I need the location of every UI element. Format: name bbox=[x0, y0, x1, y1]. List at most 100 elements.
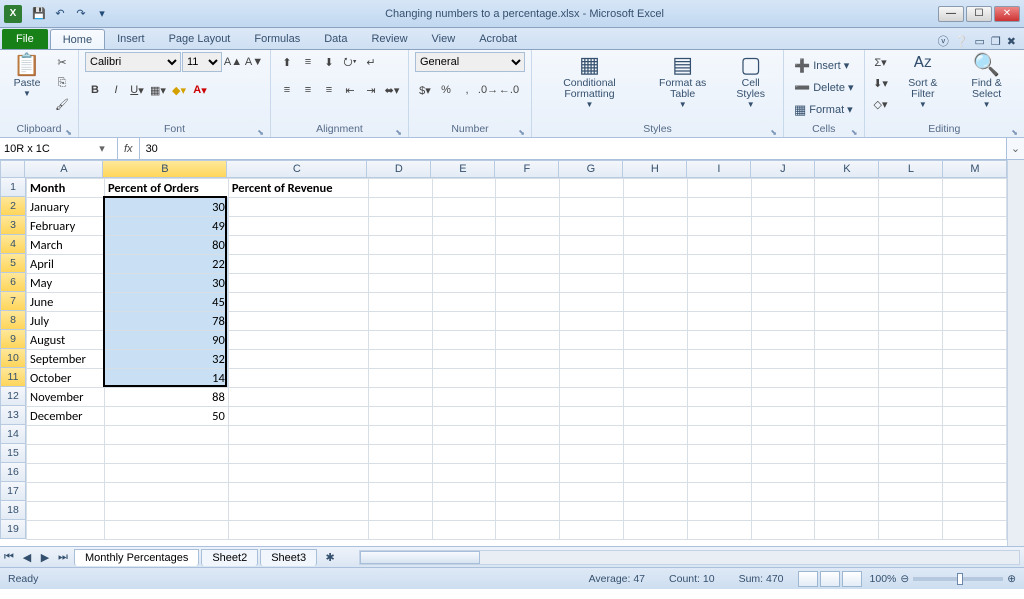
cell-L2[interactable] bbox=[879, 198, 943, 217]
cell-E13[interactable] bbox=[432, 407, 496, 426]
cell-C1[interactable]: Percent of Revenue bbox=[228, 179, 368, 198]
tab-formulas[interactable]: Formulas bbox=[242, 29, 312, 49]
cell-E1[interactable] bbox=[432, 179, 496, 198]
cell-G1[interactable] bbox=[560, 179, 624, 198]
cell-D17[interactable] bbox=[368, 483, 432, 502]
cell-H7[interactable] bbox=[623, 293, 687, 312]
cell-E6[interactable] bbox=[432, 274, 496, 293]
format-as-table-button[interactable]: ▤Format as Table▼ bbox=[645, 52, 720, 111]
cell-C9[interactable] bbox=[228, 331, 368, 350]
zoom-in-button[interactable]: ⊕ bbox=[1007, 573, 1016, 585]
align-right-button[interactable]: ≡ bbox=[319, 80, 339, 100]
cell-H4[interactable] bbox=[623, 236, 687, 255]
cell-G12[interactable] bbox=[560, 388, 624, 407]
cut-button[interactable]: ✂ bbox=[52, 52, 72, 72]
cell-M18[interactable] bbox=[943, 502, 1007, 521]
formula-input[interactable] bbox=[140, 138, 1006, 159]
cell-L14[interactable] bbox=[879, 426, 943, 445]
row-header-5[interactable]: 5 bbox=[0, 254, 26, 273]
cell-D2[interactable] bbox=[368, 198, 432, 217]
row-header-19[interactable]: 19 bbox=[0, 520, 26, 539]
tab-nav-next[interactable]: ▶ bbox=[36, 551, 54, 564]
cell-H8[interactable] bbox=[623, 312, 687, 331]
cell-C14[interactable] bbox=[228, 426, 368, 445]
cell-D15[interactable] bbox=[368, 445, 432, 464]
row-header-12[interactable]: 12 bbox=[0, 387, 26, 406]
cell-L3[interactable] bbox=[879, 217, 943, 236]
cell-B4[interactable]: 80 bbox=[104, 236, 228, 255]
cell-A9[interactable]: August bbox=[27, 331, 105, 350]
doc-close-icon[interactable]: ✖ bbox=[1007, 35, 1016, 48]
cell-L10[interactable] bbox=[879, 350, 943, 369]
cell-D5[interactable] bbox=[368, 255, 432, 274]
horizontal-scrollbar[interactable] bbox=[359, 550, 1020, 565]
cell-L18[interactable] bbox=[879, 502, 943, 521]
cell-K8[interactable] bbox=[815, 312, 879, 331]
cell-A1[interactable]: Month bbox=[27, 179, 105, 198]
row-header-7[interactable]: 7 bbox=[0, 292, 26, 311]
tab-nav-last[interactable]: ⏭ bbox=[54, 551, 72, 564]
cell-H12[interactable] bbox=[623, 388, 687, 407]
view-pagebreak-button[interactable] bbox=[842, 571, 862, 587]
cell-H14[interactable] bbox=[623, 426, 687, 445]
cell-M4[interactable] bbox=[943, 236, 1007, 255]
cell-A14[interactable] bbox=[27, 426, 105, 445]
cell-B8[interactable]: 78 bbox=[104, 312, 228, 331]
cell-A16[interactable] bbox=[27, 464, 105, 483]
cell-K7[interactable] bbox=[815, 293, 879, 312]
cell-I11[interactable] bbox=[687, 369, 751, 388]
cell-I4[interactable] bbox=[687, 236, 751, 255]
cell-B2[interactable]: 30 bbox=[104, 198, 228, 217]
cell-J2[interactable] bbox=[751, 198, 815, 217]
name-box-input[interactable] bbox=[4, 143, 94, 155]
help-icon[interactable]: ❔ bbox=[955, 35, 969, 48]
cell-F5[interactable] bbox=[496, 255, 560, 274]
cell-F8[interactable] bbox=[496, 312, 560, 331]
cell-I19[interactable] bbox=[687, 521, 751, 540]
column-header-K[interactable]: K bbox=[815, 160, 879, 178]
cell-K15[interactable] bbox=[815, 445, 879, 464]
cell-M19[interactable] bbox=[943, 521, 1007, 540]
cell-D14[interactable] bbox=[368, 426, 432, 445]
border-button[interactable]: ▦▾ bbox=[148, 80, 168, 100]
cell-B17[interactable] bbox=[104, 483, 228, 502]
cell-D6[interactable] bbox=[368, 274, 432, 293]
cell-H2[interactable] bbox=[623, 198, 687, 217]
cell-B12[interactable]: 88 bbox=[104, 388, 228, 407]
cell-B13[interactable]: 50 bbox=[104, 407, 228, 426]
cell-J5[interactable] bbox=[751, 255, 815, 274]
cell-L7[interactable] bbox=[879, 293, 943, 312]
align-middle-button[interactable]: ≡ bbox=[298, 52, 318, 72]
cell-F2[interactable] bbox=[496, 198, 560, 217]
cell-L6[interactable] bbox=[879, 274, 943, 293]
row-header-11[interactable]: 11 bbox=[0, 368, 26, 387]
row-header-1[interactable]: 1 bbox=[0, 178, 26, 197]
fill-color-button[interactable]: ◆▾ bbox=[169, 80, 189, 100]
increase-indent-button[interactable]: ⇥ bbox=[361, 80, 381, 100]
cell-H13[interactable] bbox=[623, 407, 687, 426]
cell-D4[interactable] bbox=[368, 236, 432, 255]
tab-insert[interactable]: Insert bbox=[105, 29, 157, 49]
cell-D7[interactable] bbox=[368, 293, 432, 312]
cell-H15[interactable] bbox=[623, 445, 687, 464]
currency-button[interactable]: $▾ bbox=[415, 80, 435, 100]
cell-H1[interactable] bbox=[623, 179, 687, 198]
cell-G18[interactable] bbox=[560, 502, 624, 521]
cell-M1[interactable] bbox=[943, 179, 1007, 198]
cell-I6[interactable] bbox=[687, 274, 751, 293]
zoom-slider-thumb[interactable] bbox=[957, 573, 963, 585]
row-header-14[interactable]: 14 bbox=[0, 425, 26, 444]
cell-B14[interactable] bbox=[104, 426, 228, 445]
cell-C17[interactable] bbox=[228, 483, 368, 502]
view-layout-button[interactable] bbox=[820, 571, 840, 587]
cell-C4[interactable] bbox=[228, 236, 368, 255]
tab-file[interactable]: File bbox=[2, 29, 48, 49]
cell-H9[interactable] bbox=[623, 331, 687, 350]
row-header-15[interactable]: 15 bbox=[0, 444, 26, 463]
italic-button[interactable]: I bbox=[106, 80, 126, 100]
cell-F10[interactable] bbox=[496, 350, 560, 369]
cell-J1[interactable] bbox=[751, 179, 815, 198]
redo-button[interactable]: ↷ bbox=[72, 5, 90, 23]
cell-A6[interactable]: May bbox=[27, 274, 105, 293]
cell-L13[interactable] bbox=[879, 407, 943, 426]
